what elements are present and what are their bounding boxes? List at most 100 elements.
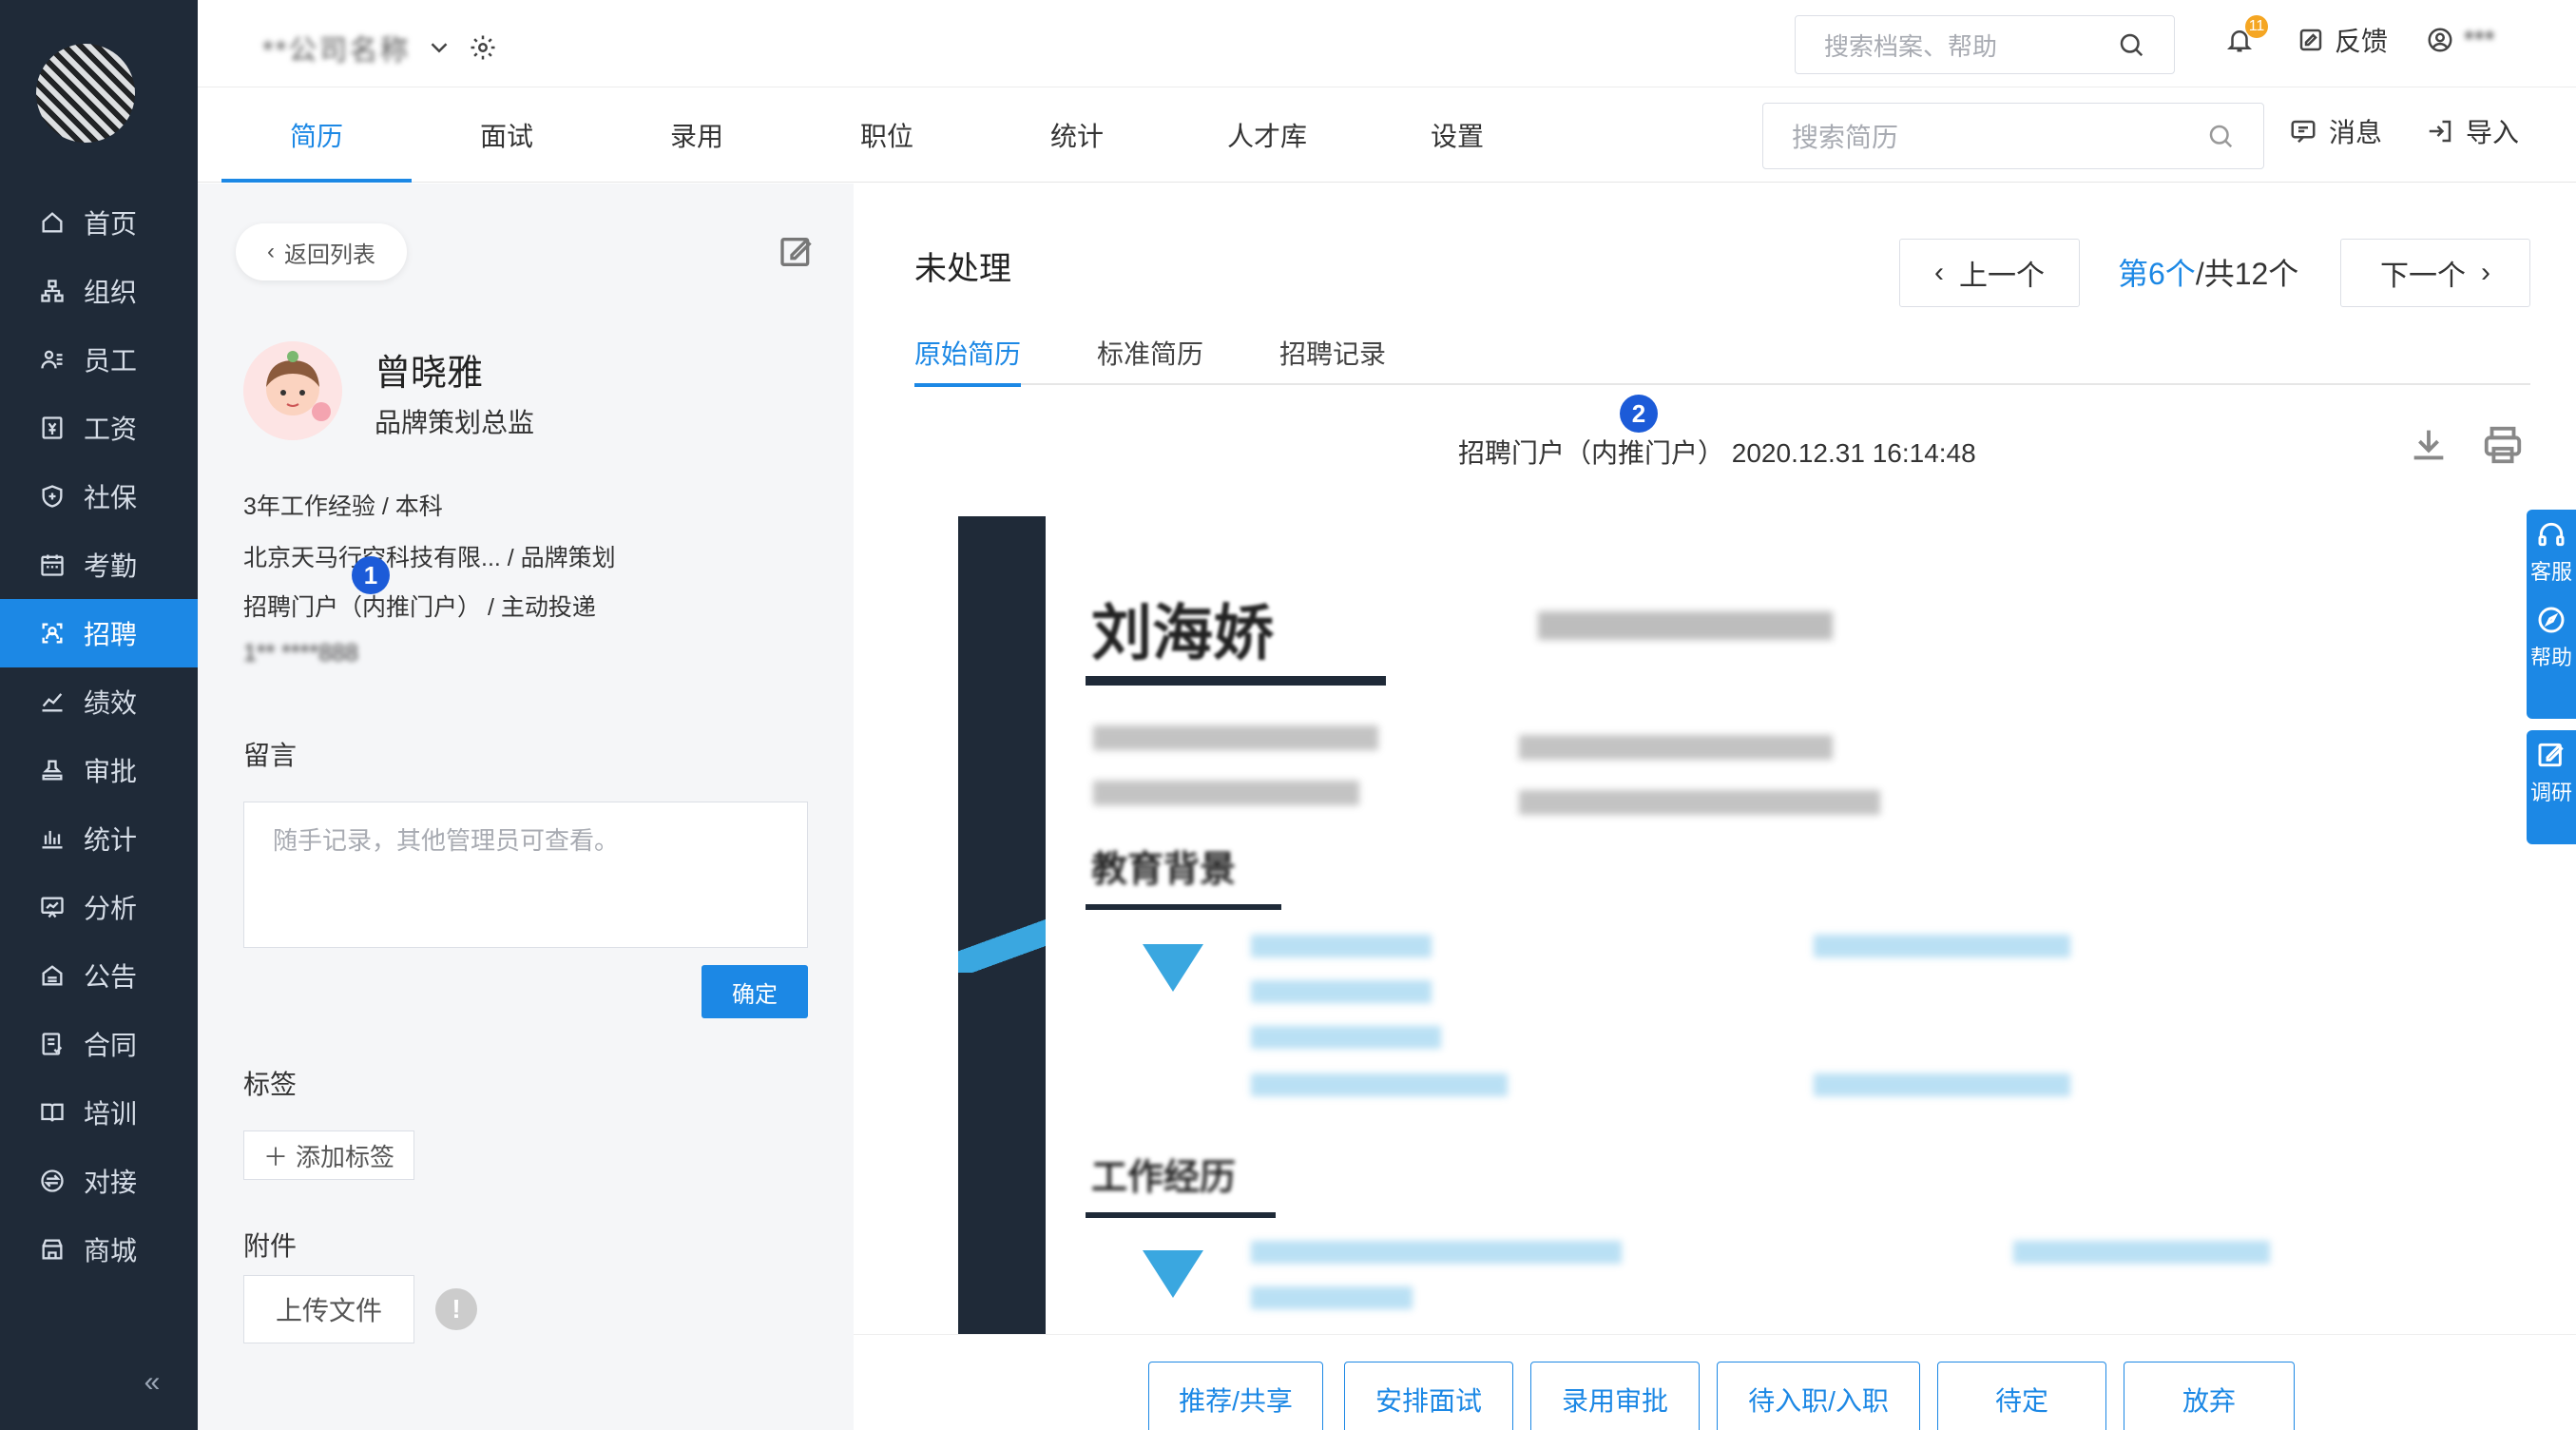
resume-preview: 刘海娇 教育背景 工作经历 (958, 516, 2460, 1334)
collapse-sidebar-icon[interactable]: « (133, 1363, 171, 1401)
add-tag-button[interactable]: ＋ 添加标签 (243, 1130, 414, 1180)
pager-current: 第6个 (2118, 257, 2196, 291)
messages-label: 消息 (2329, 118, 2383, 147)
stamp-icon (38, 756, 67, 784)
sidebar-item-9[interactable]: 统计 (0, 804, 198, 873)
resume-blurred-info (1093, 781, 1359, 805)
resume-blurred-info (1519, 735, 1833, 760)
sidebar-item-label: 统计 (84, 825, 138, 855)
resume-exp-heading: 工作经历 (1091, 1158, 1237, 1198)
onboarding-button[interactable]: 待入职/入职 (1717, 1362, 1920, 1430)
salary-icon (38, 414, 67, 442)
schedule-interview-button[interactable]: 安排面试 (1344, 1362, 1513, 1430)
edit-icon[interactable] (778, 233, 816, 276)
tab-original-resume[interactable]: 原始简历 (914, 320, 1022, 387)
float-customer-service[interactable]: 客服 (2527, 510, 2576, 595)
resume-exp-underline (1086, 1212, 1276, 1218)
tab-module-4[interactable]: 统计 (982, 87, 1172, 183)
trend-icon (38, 687, 67, 716)
resume-blurred-edu (1251, 935, 1432, 957)
resume-blurred-edu (1251, 980, 1432, 1003)
sidebar-item-3[interactable]: 工资 (0, 394, 198, 462)
sidebar-item-0[interactable]: 首页 (0, 188, 198, 257)
sidebar-item-4[interactable]: 社保 (0, 462, 198, 531)
resume-blurred-edu (1251, 1073, 1508, 1096)
sidebar-item-14[interactable]: 对接 (0, 1147, 198, 1215)
module-tabs-bar: 简历 面试 录用 职位 统计 人才库 设置 搜索简历 消息 导入 (198, 87, 2576, 183)
resume-blurred-edu (1251, 1026, 1441, 1049)
shield-icon (38, 482, 67, 511)
back-to-list-button[interactable]: ‹ 返回列表 (236, 223, 407, 280)
company-logo[interactable] (36, 44, 135, 143)
messages-button[interactable]: 消息 (2289, 112, 2382, 150)
notification-bell[interactable]: 11 (2220, 15, 2268, 59)
tabs-right-actions: 消息 导入 (2289, 112, 2519, 150)
sidebar-item-13[interactable]: 培训 (0, 1078, 198, 1147)
connect-icon (38, 1167, 67, 1195)
abandon-button[interactable]: 放弃 (2124, 1362, 2295, 1430)
sidebar-item-11[interactable]: 公告 (0, 941, 198, 1010)
tab-module-6[interactable]: 设置 (1362, 87, 1552, 183)
chevron-left-icon: ‹ (1934, 257, 1944, 288)
global-search-input[interactable]: 搜索档案、帮助 (1795, 15, 2175, 74)
contract-icon (38, 1030, 67, 1058)
tab-module-2[interactable]: 录用 (602, 87, 792, 183)
annotation-marker-1: 1 (352, 556, 390, 594)
resume-search-input[interactable]: 搜索简历 (1762, 103, 2264, 169)
candidate-avatar (243, 341, 342, 440)
resume-edu-heading: 教育背景 (1091, 850, 1237, 890)
previous-button[interactable]: ‹ 上一个 (1899, 239, 2080, 307)
tab-module-1[interactable]: 面试 (412, 87, 602, 183)
float-help[interactable]: 帮助 (2527, 595, 2576, 681)
upload-file-button[interactable]: 上传文件 (243, 1275, 414, 1343)
tab-recruit-record[interactable]: 招聘记录 (1279, 320, 1386, 385)
compass-icon (2538, 607, 2565, 633)
sidebar-item-label: 对接 (84, 1168, 138, 1197)
download-icon[interactable] (2407, 423, 2451, 472)
note-textarea[interactable]: 随手记录，其他管理员可查看。 (243, 802, 808, 948)
sidebar-item-2[interactable]: 员工 (0, 325, 198, 394)
sidebar-item-1[interactable]: 组织 (0, 257, 198, 325)
search-icon[interactable] (2117, 30, 2145, 59)
recommend-share-button[interactable]: 推荐/共享 (1148, 1362, 1323, 1430)
sidebar-item-10[interactable]: 分析 (0, 873, 198, 941)
sidebar-item-label: 商城 (84, 1236, 138, 1266)
survey-edit-icon (2538, 743, 2564, 767)
sidebar-item-12[interactable]: 合同 (0, 1010, 198, 1078)
feedback-button[interactable]: 反馈 (2297, 21, 2388, 59)
plus-icon: ＋ (262, 1142, 288, 1171)
company-switcher[interactable]: **公司名称 (262, 27, 497, 68)
user-menu[interactable]: *** (2426, 25, 2495, 55)
float-survey[interactable]: 调研 (2527, 730, 2576, 816)
sidebar-item-label: 分析 (84, 894, 138, 923)
next-button[interactable]: 下一个 › (2340, 239, 2530, 307)
sidebar-item-15[interactable]: 商城 (0, 1215, 198, 1284)
tab-module-5[interactable]: 人才库 (1172, 87, 1362, 183)
tab-module-0[interactable]: 简历 (221, 87, 412, 183)
notification-badge: 11 (2245, 15, 2268, 38)
info-icon[interactable]: ! (435, 1288, 477, 1330)
resume-blurred-exp (1251, 1286, 1413, 1309)
gear-icon[interactable] (469, 33, 497, 62)
sidebar-item-8[interactable]: 审批 (0, 736, 198, 804)
sidebar-item-6[interactable]: 招聘 (0, 599, 198, 667)
sidebar-item-label: 审批 (84, 757, 138, 786)
import-icon (2426, 117, 2454, 145)
tab-module-3[interactable]: 职位 (792, 87, 982, 183)
calendar-icon (38, 551, 67, 579)
search-icon[interactable] (2206, 122, 2235, 150)
tab-standard-resume[interactable]: 标准简历 (1097, 320, 1203, 385)
top-header: **公司名称 搜索档案、帮助 11 反馈 *** (198, 0, 2576, 87)
import-button[interactable]: 导入 (2426, 112, 2519, 150)
resume-candidate-name: 刘海娇 (1091, 599, 1274, 667)
candidate-company: 北京天马行空科技有限... / 品牌策划 (243, 545, 616, 571)
resume-name-underline (1086, 676, 1386, 686)
offer-approval-button[interactable]: 录用审批 (1530, 1362, 1700, 1430)
pending-button[interactable]: 待定 (1937, 1362, 2106, 1430)
sidebar-item-5[interactable]: 考勤 (0, 531, 198, 599)
confirm-note-button[interactable]: 确定 (702, 965, 808, 1018)
print-icon[interactable] (2481, 423, 2525, 472)
sidebar-item-7[interactable]: 绩效 (0, 667, 198, 736)
employee-icon (38, 345, 67, 374)
resume-blurred-edu (1814, 935, 2070, 957)
